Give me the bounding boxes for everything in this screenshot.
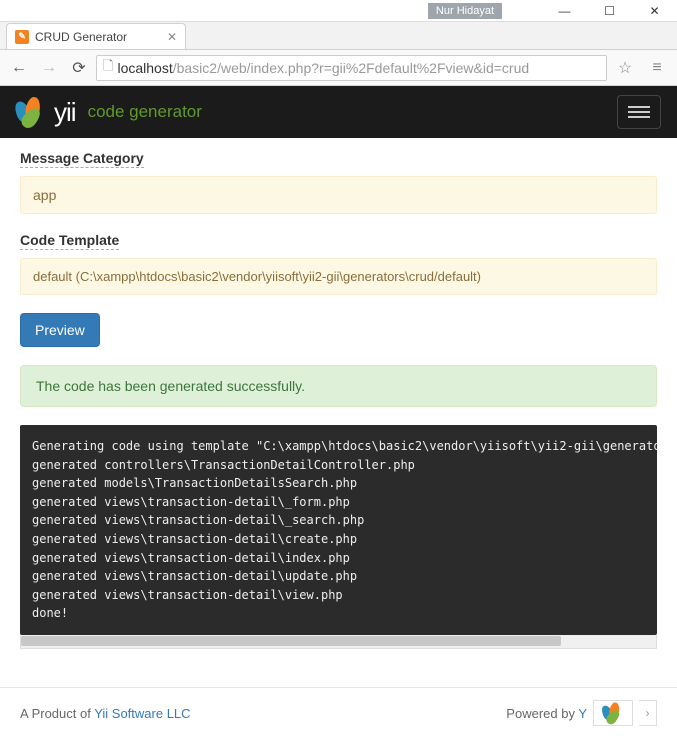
tab-favicon: ✎	[15, 30, 29, 44]
browser-tabstrip: ✎ CRUD Generator ✕	[0, 22, 677, 50]
window-titlebar: Nur Hidayat — ☐ ✕	[0, 0, 677, 22]
page-icon: 🗋	[103, 57, 113, 79]
footer: A Product of Yii Software LLC Powered by…	[0, 687, 677, 738]
code-template-value: default (C:\xampp\htdocs\basic2\vendor\y…	[20, 258, 657, 295]
footer-product-link[interactable]: Yii Software LLC	[94, 706, 190, 721]
browser-toolbar: ← → ⟳ 🗋 localhost/basic2/web/index.php?r…	[0, 50, 677, 86]
console-output-container: Generating code using template "C:\xampp…	[20, 425, 657, 649]
console-output[interactable]: Generating code using template "C:\xampp…	[20, 425, 657, 635]
footer-powered-prefix: Powered by	[506, 706, 578, 721]
app-navbar: yii code generator	[0, 86, 677, 138]
bookmark-star-icon[interactable]: ☆	[611, 55, 639, 81]
yii-logo-icon	[16, 97, 46, 127]
tab-title: CRUD Generator	[35, 30, 161, 44]
address-bar[interactable]: 🗋 localhost/basic2/web/index.php?r=gii%2…	[96, 55, 607, 81]
brand-name: yii	[54, 97, 76, 128]
success-alert: The code has been generated successfully…	[20, 365, 657, 407]
forward-button[interactable]: →	[36, 55, 62, 81]
footer-right: Powered by Y ›	[506, 700, 657, 726]
preview-button[interactable]: Preview	[20, 313, 100, 347]
window-close-button[interactable]: ✕	[632, 0, 677, 21]
user-badge: Nur Hidayat	[428, 3, 502, 19]
browser-menu-icon[interactable]: ≡	[643, 55, 671, 81]
footer-left: A Product of Yii Software LLC	[20, 706, 191, 721]
code-template-label: Code Template	[20, 232, 119, 250]
yii-logo-icon	[603, 703, 624, 724]
back-button[interactable]: ←	[6, 55, 32, 81]
field-message-category: Message Category app	[20, 150, 657, 214]
tab-close-icon[interactable]: ✕	[167, 30, 177, 44]
url-host: localhost	[117, 60, 172, 76]
horizontal-scrollbar[interactable]	[20, 635, 657, 649]
footer-chevron-right-icon[interactable]: ›	[639, 700, 657, 726]
url-path: /basic2/web/index.php?r=gii%2Fdefault%2F…	[173, 60, 529, 76]
footer-powered-link[interactable]: Y	[578, 706, 587, 721]
brand[interactable]: yii code generator	[16, 97, 202, 128]
field-code-template: Code Template default (C:\xampp\htdocs\b…	[20, 232, 657, 295]
nav-toggle-button[interactable]	[617, 95, 661, 129]
brand-subtitle: code generator	[88, 102, 202, 122]
main-content: Message Category app Code Template defau…	[0, 138, 677, 649]
message-category-value: app	[20, 176, 657, 214]
footer-product-prefix: A Product of	[20, 706, 94, 721]
window-maximize-button[interactable]: ☐	[587, 0, 632, 21]
message-category-label: Message Category	[20, 150, 144, 168]
reload-button[interactable]: ⟳	[66, 55, 92, 81]
footer-yii-logo[interactable]	[593, 700, 633, 726]
browser-tab[interactable]: ✎ CRUD Generator ✕	[6, 23, 186, 49]
window-minimize-button[interactable]: —	[542, 0, 587, 21]
scrollbar-thumb[interactable]	[21, 636, 561, 646]
